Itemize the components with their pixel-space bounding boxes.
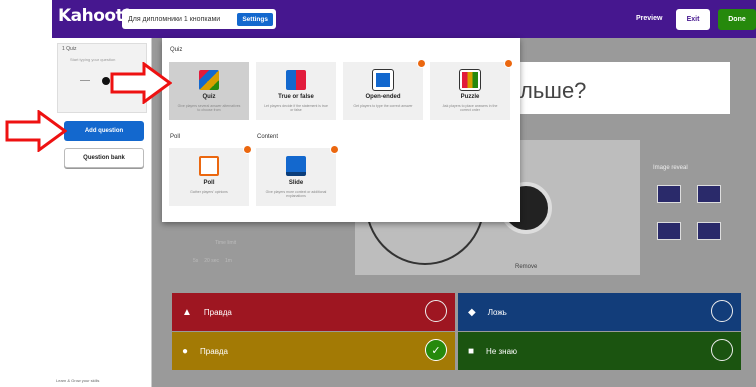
tile-slide[interactable]: Slide Give players more context or addit… (256, 145, 339, 206)
done-button[interactable]: Done (718, 9, 756, 30)
true-false-icon (286, 70, 306, 90)
tile-name: Open-ended (365, 94, 401, 100)
image-reveal-label: Image reveal (653, 165, 688, 171)
time-limit-options[interactable]: 5s 20 sec 1m (193, 258, 232, 264)
correct-toggle[interactable] (711, 339, 733, 361)
tile-desc: Give players more context or additional … (265, 190, 327, 198)
tile-desc: Get players to type the correct answer (353, 104, 413, 108)
answer-1[interactable]: ▲ Правда (172, 293, 455, 331)
annotation-arrow-icon (5, 110, 67, 152)
correct-toggle[interactable] (425, 300, 447, 322)
answer-4[interactable]: ■ Не знаю (458, 332, 741, 370)
sidebar-footer: Learn & Grow your skills (56, 378, 100, 383)
dash (80, 80, 90, 81)
time-limit-label: Time limit (215, 240, 237, 246)
section-quiz-label: Quiz (170, 47, 183, 53)
question-type-modal: Quiz Quiz Give players several answer al… (162, 38, 520, 222)
timer-option[interactable]: 5s (193, 258, 198, 264)
section-poll-label: Poll (170, 134, 181, 140)
answer-text: Ложь (487, 307, 507, 317)
puzzle-icon (459, 69, 481, 91)
question-title-text: льше? (520, 78, 587, 103)
reveal-option[interactable] (657, 222, 681, 240)
tile-quiz[interactable]: Quiz Give players several answer alterna… (169, 62, 249, 120)
answer-2[interactable]: ◆ Ложь (458, 293, 741, 331)
tile-desc: Give players several answer alternatives… (177, 104, 241, 112)
premium-badge-icon (417, 59, 426, 68)
quiz-title-field[interactable]: Для дипломники 1 кнопками Settings (122, 9, 276, 29)
tile-puzzle[interactable]: Puzzle Ask players to place answers in t… (430, 59, 513, 120)
remove-media-button[interactable]: Remove (515, 264, 537, 270)
timer-option[interactable]: 20 sec (204, 258, 219, 264)
tile-name: Quiz (202, 94, 216, 100)
reveal-option[interactable] (697, 185, 721, 203)
tile-poll[interactable]: Poll Gather players' opinions (169, 145, 252, 206)
correct-toggle-checked[interactable]: ✓ (425, 339, 447, 361)
quiz-title-text: Для дипломники 1 кнопками (128, 15, 221, 23)
square-icon: ■ (468, 345, 475, 357)
triangle-icon: ▲ (182, 306, 192, 318)
add-question-button[interactable]: Add question (64, 121, 144, 141)
timer-option[interactable]: 1m (225, 258, 232, 264)
tile-desc: Gather players' opinions (190, 190, 228, 194)
answer-text: Не знаю (486, 346, 518, 356)
poll-icon (199, 156, 219, 176)
exit-button[interactable]: Exit (676, 9, 710, 30)
image-placeholder-icon (102, 77, 110, 85)
tile-open-ended[interactable]: Open-ended Get players to type the corre… (343, 59, 426, 120)
left-strip (0, 0, 52, 387)
tile-desc: Ask players to place answers in the corr… (442, 104, 498, 112)
answer-text: Правда (200, 346, 228, 356)
settings-button[interactable]: Settings (237, 12, 273, 26)
premium-badge-icon (243, 145, 252, 154)
circle-icon: ● (182, 345, 189, 357)
tile-name: Slide (288, 180, 304, 186)
question-placeholder: Start typing your question (70, 57, 116, 62)
answer-text: Правда (203, 307, 232, 317)
tile-name: Puzzle (460, 94, 480, 100)
diamond-icon: ◆ (468, 306, 476, 318)
quiz-icon (199, 70, 219, 90)
answer-3[interactable]: ● Правда ✓ (172, 332, 455, 370)
question-bank-button[interactable]: Question bank (64, 148, 144, 168)
premium-badge-icon (504, 59, 513, 68)
tile-desc: Let players decide if the statement is t… (264, 104, 328, 112)
kahoot-logo[interactable]: Kahoot! (58, 6, 131, 26)
reveal-option[interactable] (697, 222, 721, 240)
annotation-arrow-icon (110, 62, 172, 104)
question-type-label: 1 Quiz (62, 46, 77, 52)
premium-badge-icon (330, 145, 339, 154)
reveal-option[interactable] (657, 185, 681, 203)
tile-true-false[interactable]: True or false Let players decide if the … (256, 62, 336, 120)
correct-toggle[interactable] (711, 300, 733, 322)
preview-button[interactable]: Preview (636, 15, 662, 22)
tile-name: True or false (278, 94, 314, 100)
tile-name: Poll (203, 180, 215, 186)
open-ended-icon (372, 69, 394, 91)
section-content-label: Content (257, 134, 279, 140)
slide-icon (286, 156, 306, 176)
